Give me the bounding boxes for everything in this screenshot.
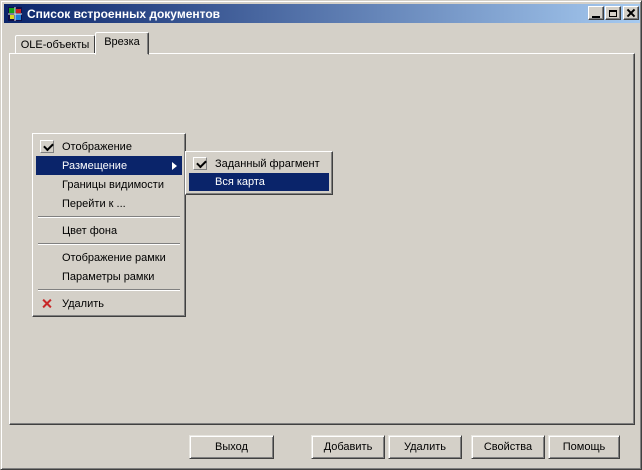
titlebar[interactable]: Список встроенных документов: [4, 4, 640, 23]
tab-vrezka-label: Врезка: [104, 36, 140, 48]
menu-item-display-label: Отображение: [62, 141, 132, 153]
help-button-label: Помощь: [563, 441, 606, 453]
add-button[interactable]: Добавить: [311, 435, 385, 459]
menu-separator: [38, 216, 180, 218]
submenu-item-whole-map-label: Вся карта: [215, 176, 265, 188]
menu-item-frame-params[interactable]: Параметры рамки: [36, 267, 182, 286]
properties-button-label: Свойства: [484, 441, 532, 453]
menu-item-visibility[interactable]: Границы видимости: [36, 175, 182, 194]
tab-ole-label: OLE-объекты: [21, 39, 90, 51]
menu-item-goto[interactable]: Перейти к ...: [36, 194, 182, 213]
add-button-label: Добавить: [324, 441, 373, 453]
delete-x-icon: [41, 298, 52, 309]
submenu-item-fragment[interactable]: Заданный фрагмент: [189, 155, 329, 173]
menu-item-frame-params-label: Параметры рамки: [62, 271, 154, 283]
menu-item-display[interactable]: Отображение: [36, 137, 182, 156]
app-icon: [7, 6, 23, 22]
exit-button-label: Выход: [215, 441, 248, 453]
close-button[interactable]: [623, 6, 639, 20]
close-icon: [627, 9, 635, 17]
menu-separator: [38, 243, 180, 245]
checkmark-icon: [40, 140, 54, 153]
checkmark-icon: [193, 157, 207, 170]
delete-button-label: Удалить: [404, 441, 446, 453]
minimize-icon: [592, 16, 600, 18]
submenu-arrow-icon: [172, 162, 177, 170]
properties-button[interactable]: Свойства: [471, 435, 545, 459]
submenu-item-fragment-label: Заданный фрагмент: [215, 158, 320, 170]
menu-item-bg-color[interactable]: Цвет фона: [36, 221, 182, 240]
delete-button[interactable]: Удалить: [388, 435, 462, 459]
menu-item-delete[interactable]: Удалить: [36, 294, 182, 313]
tab-vrezka[interactable]: Врезка: [95, 32, 149, 55]
menu-item-bg-color-label: Цвет фона: [62, 225, 117, 237]
menu-item-placement[interactable]: Размещение: [36, 156, 182, 175]
menu-item-placement-label: Размещение: [62, 160, 127, 172]
help-button[interactable]: Помощь: [548, 435, 620, 459]
maximize-button[interactable]: [605, 6, 621, 20]
placement-submenu: Заданный фрагмент Вся карта: [185, 151, 333, 195]
tab-ole-objects[interactable]: OLE-объекты: [15, 35, 95, 54]
exit-button[interactable]: Выход: [189, 435, 274, 459]
menu-item-visibility-label: Границы видимости: [62, 179, 164, 191]
maximize-icon: [609, 10, 617, 17]
menu-item-delete-label: Удалить: [62, 298, 104, 310]
minimize-button[interactable]: [588, 6, 604, 20]
menu-item-frame-display-label: Отображение рамки: [62, 252, 166, 264]
dialog-window: Список встроенных документов OLE-объекты…: [0, 0, 642, 470]
window-title: Список встроенных документов: [27, 7, 220, 21]
submenu-item-whole-map[interactable]: Вся карта: [189, 173, 329, 191]
menu-item-goto-label: Перейти к ...: [62, 198, 126, 210]
menu-item-frame-display[interactable]: Отображение рамки: [36, 248, 182, 267]
context-menu: Отображение Размещение Границы видимости…: [32, 133, 186, 317]
menu-separator: [38, 289, 180, 291]
